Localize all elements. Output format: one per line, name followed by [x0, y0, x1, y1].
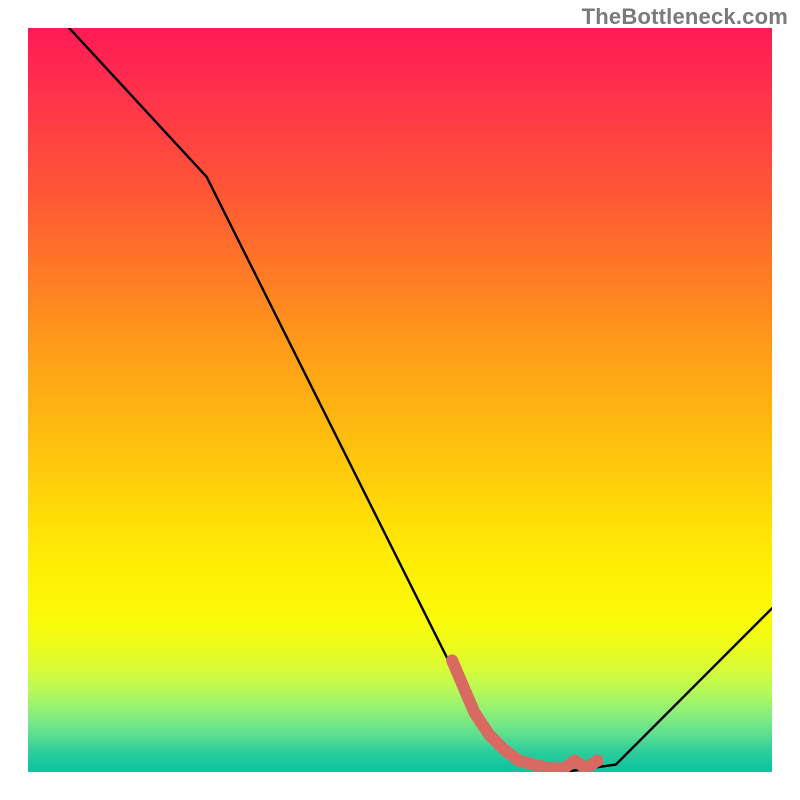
- chart-svg: [28, 28, 772, 772]
- bottleneck-line: [28, 28, 772, 772]
- highlight-line: [452, 660, 597, 768]
- watermark-text: TheBottleneck.com: [582, 4, 788, 30]
- highlight-dot: [569, 755, 581, 767]
- yaxis-left: [0, 28, 28, 772]
- highlight-dot: [591, 755, 603, 767]
- xaxis-area: [28, 772, 772, 800]
- highlight-dots: [558, 755, 604, 772]
- yaxis-right: [772, 28, 800, 772]
- plot-area: [28, 28, 772, 772]
- main-curve: [28, 28, 772, 772]
- highlight-curve: [452, 660, 603, 772]
